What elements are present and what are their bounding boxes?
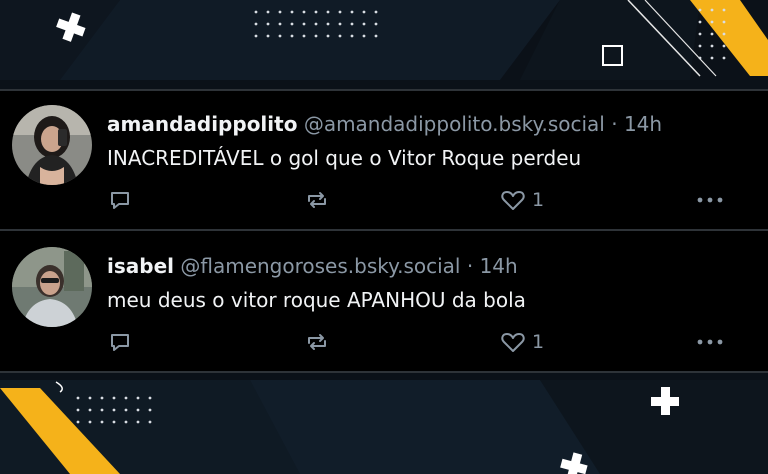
more-options-button[interactable] bbox=[696, 329, 724, 355]
repost-icon bbox=[308, 192, 326, 208]
repost-button[interactable] bbox=[304, 329, 330, 355]
reply-icon bbox=[111, 192, 129, 209]
more-options-button[interactable] bbox=[696, 187, 724, 213]
like-count: 1 bbox=[532, 189, 545, 211]
post-header: isabel @flamengoroses.bsky.social · 14h bbox=[107, 252, 518, 280]
post-text: INACREDITÁVEL o gol que o Vitor Roque pe… bbox=[107, 146, 582, 170]
heart-icon bbox=[501, 333, 525, 352]
post-time[interactable]: 14h bbox=[624, 112, 662, 136]
post-text: meu deus o vitor roque APANHOU da bola bbox=[107, 288, 526, 312]
display-name[interactable]: isabel bbox=[107, 254, 174, 278]
user-handle[interactable]: @amandadippolito.bsky.social bbox=[304, 112, 605, 136]
reply-button[interactable] bbox=[108, 187, 132, 213]
posts-card: amandadippolito @amandadippolito.bsky.so… bbox=[0, 89, 768, 373]
post-header: amandadippolito @amandadippolito.bsky.so… bbox=[107, 110, 662, 138]
repost-button[interactable] bbox=[304, 187, 330, 213]
avatar[interactable] bbox=[12, 247, 92, 327]
like-button[interactable]: 1 bbox=[500, 187, 544, 213]
more-icon bbox=[697, 339, 723, 345]
post-actions: 1 bbox=[0, 187, 768, 213]
avatar[interactable] bbox=[12, 105, 92, 185]
display-name[interactable]: amandadippolito bbox=[107, 112, 297, 136]
post-actions: 1 bbox=[0, 329, 768, 355]
post-item[interactable]: isabel @flamengoroses.bsky.social · 14h … bbox=[0, 231, 768, 371]
repost-icon bbox=[308, 334, 326, 350]
divider bbox=[0, 371, 768, 373]
reply-button[interactable] bbox=[108, 329, 132, 355]
like-count: 1 bbox=[532, 331, 545, 353]
reply-icon bbox=[111, 334, 129, 351]
heart-icon bbox=[501, 191, 525, 210]
like-button[interactable]: 1 bbox=[500, 329, 544, 355]
post-item[interactable]: amandadippolito @amandadippolito.bsky.so… bbox=[0, 89, 768, 229]
separator: · bbox=[466, 254, 474, 278]
user-handle[interactable]: @flamengoroses.bsky.social bbox=[180, 254, 460, 278]
more-icon bbox=[697, 197, 723, 203]
separator: · bbox=[611, 112, 618, 136]
post-time[interactable]: 14h bbox=[480, 254, 518, 278]
